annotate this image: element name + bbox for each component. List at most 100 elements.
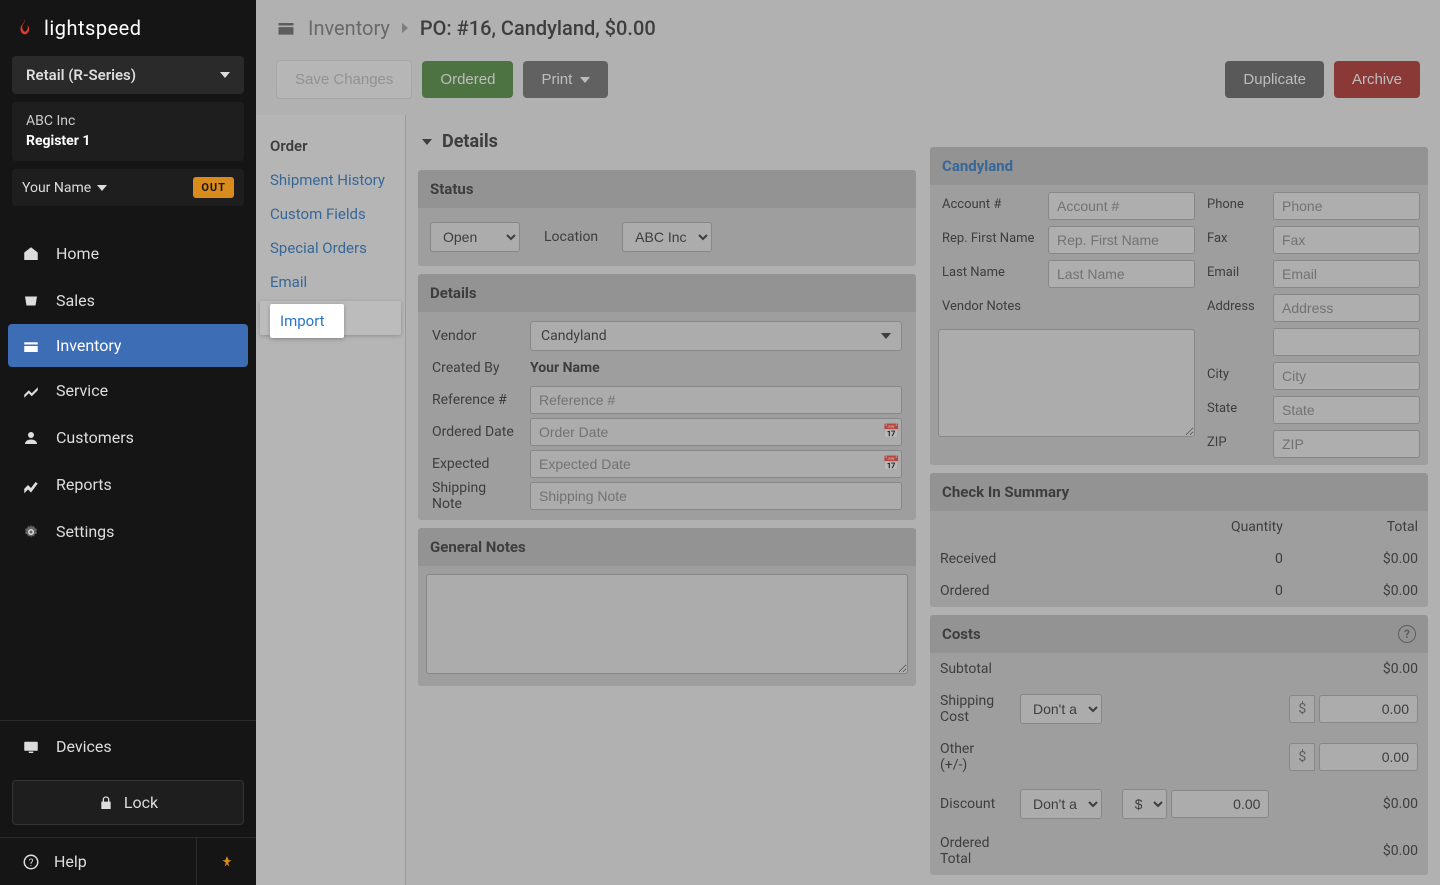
nav-reports[interactable]: Reports (0, 461, 256, 508)
address-input[interactable] (1273, 294, 1420, 322)
nav-inventory[interactable]: Inventory (8, 324, 248, 367)
company-name: ABC Inc (26, 112, 230, 132)
nav-label: Home (56, 244, 99, 263)
discount-unit[interactable]: $ (1122, 789, 1167, 819)
received-label: Received (930, 543, 1117, 575)
email-input[interactable] (1273, 260, 1420, 288)
series-selector[interactable]: Retail (R-Series) (12, 56, 244, 94)
subnav-email[interactable]: Email (256, 265, 405, 299)
state-input[interactable] (1273, 396, 1420, 424)
help-label: Help (54, 852, 87, 871)
brand-name: lightspeed (44, 16, 142, 40)
other-label: Other (+/-) (930, 733, 1010, 781)
nav-service[interactable]: Service (0, 367, 256, 414)
last-name-input[interactable] (1048, 260, 1195, 288)
details-toggle[interactable]: Details (418, 125, 916, 162)
chevron-down-icon (220, 72, 230, 78)
phone-input[interactable] (1273, 192, 1420, 220)
nav-label: Inventory (56, 336, 122, 355)
archive-button[interactable]: Archive (1334, 61, 1420, 98)
help-button[interactable]: ?Help (0, 838, 196, 885)
help-icon[interactable]: ? (1398, 625, 1416, 643)
general-notes-input[interactable] (426, 574, 908, 674)
qty-col: Quantity (1117, 511, 1293, 543)
reference-input[interactable] (530, 386, 902, 414)
panel-header-details: Details (418, 274, 916, 312)
account-input[interactable] (1048, 192, 1195, 220)
duplicate-button[interactable]: Duplicate (1225, 61, 1324, 98)
section-title-text: Details (442, 131, 498, 152)
location-label: Location (544, 229, 598, 245)
nav-home[interactable]: Home (0, 230, 256, 277)
breadcrumb: Inventory PO: #16, Candyland, $0.00 (256, 0, 1440, 56)
details-panel: Details VendorCandyland Created ByYour N… (418, 274, 916, 520)
sales-icon (22, 292, 40, 310)
help-row: ?Help (0, 837, 256, 885)
ordered-date-input[interactable] (530, 418, 902, 446)
user-row[interactable]: Your Name OUT (12, 169, 244, 206)
service-icon (22, 382, 40, 400)
nav-label: Settings (56, 522, 114, 541)
breadcrumb-link[interactable]: Inventory (308, 16, 390, 40)
subnav-shipment-history[interactable]: Shipment History (256, 163, 405, 197)
print-button[interactable]: Print (523, 61, 608, 98)
discount-label: Discount (930, 781, 1010, 827)
costs-panel: Costs? Subtotal$0.00 Shipping CostDon't … (930, 615, 1428, 875)
nav-customers[interactable]: Customers (0, 414, 256, 461)
state-label: State (1199, 393, 1269, 427)
subnav-custom-fields[interactable]: Custom Fields (256, 197, 405, 231)
status-select[interactable]: Open (430, 222, 520, 252)
chevron-down-icon (422, 139, 432, 145)
panel-header-checkin: Check In Summary (930, 473, 1428, 511)
shipping-note-label: Shipping Note (426, 480, 524, 512)
vendor-label: Vendor (426, 328, 524, 344)
zip-input[interactable] (1273, 430, 1420, 458)
discount-input[interactable] (1171, 790, 1270, 818)
shipping-label: Shipping Cost (930, 685, 1010, 733)
nav-sales[interactable]: Sales (0, 277, 256, 324)
vendor-select[interactable]: Candyland (530, 321, 902, 351)
nav-devices[interactable]: Devices (0, 721, 256, 772)
vendor-notes-input[interactable] (938, 329, 1195, 437)
lock-button[interactable]: Lock (12, 780, 244, 825)
panel-header-costs: Costs? (930, 615, 1428, 653)
company-box[interactable]: ABC Inc Register 1 (12, 102, 244, 161)
discount-select[interactable]: Don't apply to items (1020, 789, 1102, 819)
breadcrumb-current: PO: #16, Candyland, $0.00 (420, 16, 656, 40)
expected-input[interactable] (530, 450, 902, 478)
customers-icon (22, 429, 40, 447)
panel-header-vendor[interactable]: Candyland (930, 147, 1428, 185)
panel-header-notes: General Notes (418, 528, 916, 566)
status-panel: Status Open Location ABC Inc (418, 170, 916, 266)
other-input[interactable] (1319, 743, 1418, 771)
inventory-icon (276, 18, 296, 38)
user-name-wrap: Your Name (22, 180, 107, 196)
fax-input[interactable] (1273, 226, 1420, 254)
reference-label: Reference # (426, 392, 524, 408)
ordered-total-value: $0.00 (1279, 827, 1428, 875)
rep-first-label: Rep. First Name (934, 223, 1044, 257)
shipping-select[interactable]: Don't apply to items (1020, 694, 1102, 724)
subnav-order[interactable]: Order (256, 129, 405, 163)
shipping-note-input[interactable] (530, 482, 902, 510)
address-label: Address (1199, 291, 1269, 325)
save-button[interactable]: Save Changes (276, 60, 412, 99)
sidebar: lightspeed Retail (R-Series) ABC Inc Reg… (0, 0, 256, 885)
shipping-input[interactable] (1319, 695, 1418, 723)
nav-settings[interactable]: Settings (0, 508, 256, 555)
status-badge[interactable]: OUT (193, 177, 234, 198)
lock-label: Lock (124, 793, 158, 812)
subnav-special-orders[interactable]: Special Orders (256, 231, 405, 265)
inventory-icon (22, 337, 40, 355)
costs-header-text: Costs (942, 625, 981, 643)
city-input[interactable] (1273, 362, 1420, 390)
ordered-button[interactable]: Ordered (422, 61, 513, 98)
received-total: $0.00 (1293, 543, 1428, 575)
nav-label: Sales (56, 291, 95, 310)
pin-button[interactable] (196, 838, 256, 885)
address2-input[interactable] (1273, 328, 1420, 356)
location-select[interactable]: ABC Inc (622, 222, 712, 252)
rep-first-input[interactable] (1048, 226, 1195, 254)
created-by-label: Created By (426, 360, 524, 376)
subnav-import-overlay[interactable]: Import (270, 304, 344, 338)
